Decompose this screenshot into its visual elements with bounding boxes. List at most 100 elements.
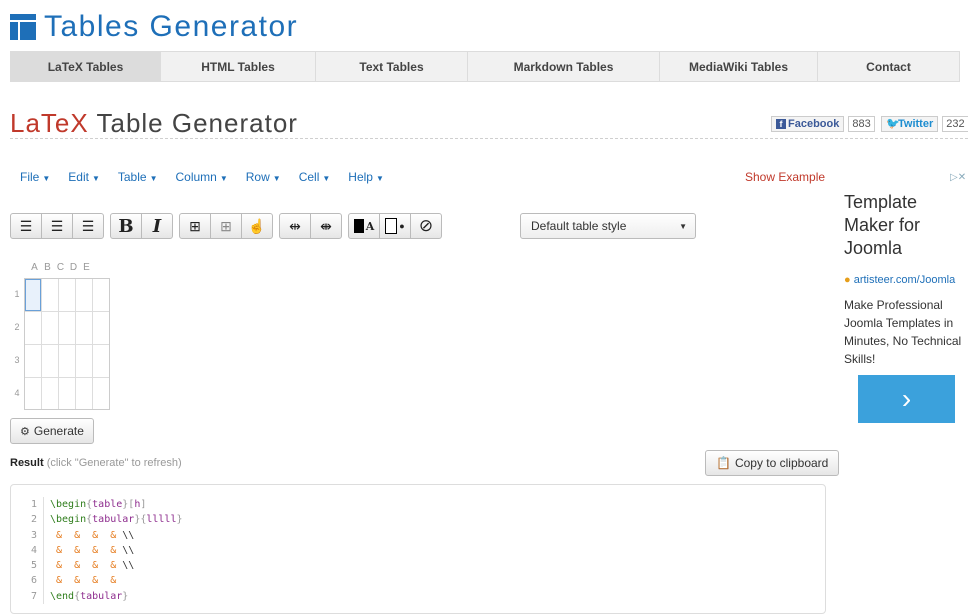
menu-table[interactable]: Table ▼ bbox=[118, 170, 158, 184]
code-command: \begin bbox=[50, 499, 87, 510]
nav-contact[interactable]: Contact bbox=[818, 52, 959, 81]
nav-text-tables[interactable]: Text Tables bbox=[316, 52, 468, 81]
facebook-count: 883 bbox=[848, 116, 875, 132]
all-borders-icon: ⊞ bbox=[189, 217, 201, 234]
align-left-button[interactable]: ☰ bbox=[10, 213, 42, 239]
code-line: 3 & & & & \\ bbox=[11, 527, 183, 543]
generate-button[interactable]: ⚙ Generate bbox=[10, 418, 94, 444]
menu-row[interactable]: Row ▼ bbox=[246, 170, 281, 184]
menu-column-label: Column bbox=[175, 170, 217, 184]
line-number: 4 bbox=[11, 542, 44, 559]
chevron-right-icon: › bbox=[901, 383, 912, 414]
line-number: 3 bbox=[11, 527, 44, 543]
row-header[interactable]: 1 bbox=[10, 278, 24, 311]
menu-column[interactable]: Column ▼ bbox=[175, 170, 227, 184]
menu-edit-label: Edit bbox=[68, 170, 89, 184]
page-title-accent: LaTeX bbox=[10, 108, 89, 138]
twitter-button[interactable]: 🐦 Twitter bbox=[881, 116, 939, 132]
column-header[interactable]: D bbox=[67, 262, 80, 273]
line-number: 1 bbox=[11, 497, 44, 513]
align-center-button[interactable]: ☰ bbox=[41, 213, 73, 239]
row-header[interactable]: 3 bbox=[10, 344, 24, 377]
ad-description: Make Professional Joomla Templates in Mi… bbox=[844, 298, 962, 366]
column-header[interactable]: E bbox=[80, 262, 93, 273]
code-arg: tabular bbox=[92, 514, 135, 526]
latex-output[interactable]: 1 \begin{table}[h] 2 \begin{tabular}{lllll… bbox=[10, 484, 826, 614]
code-newline: \\ bbox=[122, 560, 135, 572]
text-color-button[interactable]: A bbox=[348, 213, 380, 239]
nav-mediawiki-tables[interactable]: MediaWiki Tables bbox=[660, 52, 818, 81]
code-newline: \\ bbox=[122, 529, 135, 541]
column-header[interactable]: C bbox=[54, 262, 67, 273]
clear-icon: ⊘ bbox=[418, 216, 434, 235]
code-ampersands: & & & & bbox=[50, 544, 123, 556]
ad-favicon-icon: ● bbox=[844, 274, 851, 286]
italic-button[interactable]: I bbox=[141, 213, 173, 239]
align-left-icon: ☰ bbox=[19, 217, 33, 234]
selected-cell[interactable] bbox=[25, 279, 41, 311]
table-style-select[interactable]: Default table style ▼ bbox=[520, 213, 696, 239]
site-logo[interactable]: Tables Generator bbox=[10, 10, 298, 44]
row-header[interactable]: 4 bbox=[10, 377, 24, 410]
code-command: \end bbox=[50, 590, 75, 602]
ad-arrow-button[interactable]: › bbox=[858, 375, 955, 423]
result-hint: (click "Generate" to refresh) bbox=[46, 457, 182, 469]
merge-group: ⇹ ⇼ bbox=[279, 213, 342, 241]
all-borders-button[interactable]: ⊞ bbox=[179, 213, 211, 239]
split-cells-button[interactable]: ⇼ bbox=[310, 213, 342, 239]
hand-pointer-icon: ☝ bbox=[248, 217, 266, 234]
menu-help[interactable]: Help ▼ bbox=[348, 170, 384, 184]
menu-edit[interactable]: Edit ▼ bbox=[68, 170, 100, 184]
clear-format-button[interactable]: ⊘ bbox=[410, 213, 442, 239]
paint-drop-icon: ● bbox=[399, 221, 405, 231]
table-grid[interactable] bbox=[24, 278, 110, 410]
logo-text: Tables Generator bbox=[44, 10, 299, 43]
align-right-button[interactable]: ☰ bbox=[72, 213, 104, 239]
title-divider bbox=[10, 138, 968, 139]
ad-close-icon[interactable]: ▷✕ bbox=[950, 172, 966, 183]
merge-cells-button[interactable]: ⇹ bbox=[279, 213, 311, 239]
generate-label: Generate bbox=[33, 424, 84, 438]
menu-cell[interactable]: Cell ▼ bbox=[299, 170, 331, 184]
menu-file[interactable]: File ▼ bbox=[20, 170, 50, 184]
main-nav: LaTeX Tables HTML Tables Text Tables Mar… bbox=[10, 51, 960, 82]
nav-latex-tables[interactable]: LaTeX Tables bbox=[11, 52, 161, 81]
nav-markdown-tables[interactable]: Markdown Tables bbox=[468, 52, 660, 81]
menu-file-label: File bbox=[20, 170, 40, 184]
twitter-label: Twitter bbox=[898, 118, 934, 130]
ad-url-text: artisteer.com/Joomla bbox=[853, 274, 956, 286]
code-brace: }{ bbox=[134, 514, 147, 526]
editor-toolbar: ☰ ☰ ☰ B I ⊞ ⊞ ☝ ⇹ ⇼ A ● ⊘ bbox=[10, 213, 448, 241]
editor-menubar: File ▼ Edit ▼ Table ▼ Column ▼ Row ▼ Cell ▼ He… bbox=[20, 170, 402, 184]
result-label: Result (click "Generate" to refresh) bbox=[10, 457, 182, 469]
code-ampersands: & & & & bbox=[50, 560, 123, 572]
menu-table-label: Table bbox=[117, 170, 147, 184]
table-style-value: Default table style bbox=[531, 219, 627, 233]
code-arg: table bbox=[92, 499, 123, 510]
column-header[interactable]: B bbox=[41, 262, 54, 273]
code-newline: \\ bbox=[122, 544, 135, 556]
show-example-link[interactable]: Show Example bbox=[745, 170, 825, 184]
ad-url[interactable]: ● artisteer.com/Joomla bbox=[844, 274, 955, 286]
column-header[interactable]: A bbox=[28, 262, 41, 273]
row-header[interactable]: 2 bbox=[10, 311, 24, 344]
copy-to-clipboard-button[interactable]: 📋 Copy to clipboard bbox=[705, 450, 840, 476]
align-group: ☰ ☰ ☰ bbox=[10, 213, 104, 241]
bold-button[interactable]: B bbox=[110, 213, 142, 239]
chevron-down-icon: ▼ bbox=[42, 174, 51, 183]
nav-html-tables[interactable]: HTML Tables bbox=[161, 52, 316, 81]
line-number: 6 bbox=[11, 573, 44, 589]
background-color-button[interactable]: ● bbox=[379, 213, 411, 239]
text-color-swatch-icon bbox=[353, 219, 364, 233]
border-edit-button[interactable]: ☝ bbox=[241, 213, 273, 239]
facebook-button[interactable]: f Facebook bbox=[771, 116, 845, 132]
chevron-down-icon: ▼ bbox=[375, 174, 384, 183]
ad-title[interactable]: Template Maker for Joomla bbox=[844, 191, 964, 260]
code-ampersands: & & & & bbox=[50, 529, 123, 541]
inner-borders-button[interactable]: ⊞ bbox=[210, 213, 242, 239]
merge-cells-icon: ⇹ bbox=[289, 217, 301, 234]
bg-color-swatch-icon bbox=[385, 218, 398, 234]
page-title: LaTeX Table Generator bbox=[10, 108, 298, 139]
page-title-rest: Table Generator bbox=[88, 108, 298, 138]
code-brace: }[ bbox=[122, 499, 135, 510]
